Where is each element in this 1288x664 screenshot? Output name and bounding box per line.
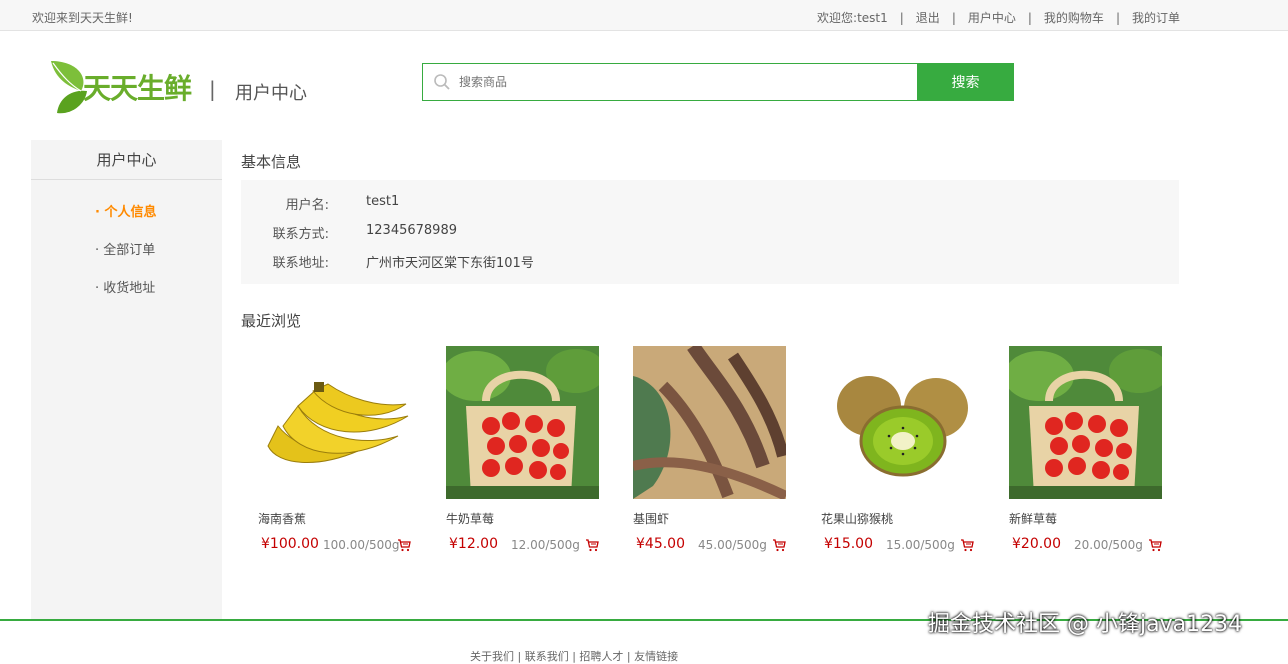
sidebar-item-address[interactable]: · 收货地址: [95, 277, 155, 296]
strawberry-basket-image: [1009, 346, 1162, 499]
shrimp-image: [633, 346, 786, 499]
welcome-text: 欢迎来到天天生鲜!: [32, 11, 133, 25]
product-name[interactable]: 花果山猕猴桃: [821, 510, 893, 527]
info-row-phone: 联系方式: 12345678989: [241, 223, 457, 242]
sidebar-item-orders[interactable]: · 全部订单: [95, 239, 155, 258]
info-label: 用户名:: [285, 198, 329, 213]
recent-title: 最近浏览: [241, 312, 302, 330]
footer-links[interactable]: 关于我们 | 联系我们 | 招聘人才 | 友情链接: [470, 648, 678, 664]
header-divider: |: [209, 77, 216, 101]
product-price: ¥100.00: [261, 536, 319, 552]
orders-link[interactable]: 我的订单: [1132, 9, 1180, 26]
separator: |: [1027, 10, 1032, 25]
info-label: 联系地址:: [272, 256, 329, 271]
search-box[interactable]: [423, 64, 917, 100]
add-to-cart-icon[interactable]: [960, 538, 974, 552]
separator: |: [1115, 10, 1120, 25]
info-row-address: 联系地址: 广州市天河区棠下东街101号: [241, 252, 534, 271]
product-image[interactable]: [446, 346, 599, 499]
greeting-label: 欢迎您:: [817, 11, 858, 25]
sidebar: 用户中心 · 个人信息 · 全部订单 · 收货地址: [31, 140, 222, 620]
product-card[interactable]: 牛奶草莓 ¥12.00 12.00/500g: [429, 346, 599, 556]
kiwi-image: [821, 346, 974, 499]
product-card[interactable]: 基围虾 ¥45.00 45.00/500g: [616, 346, 786, 556]
search-input[interactable]: [459, 75, 859, 89]
add-to-cart-icon[interactable]: [772, 538, 786, 552]
logo-text: 天天生鲜: [83, 72, 192, 105]
top-bar: 欢迎来到天天生鲜! 欢迎您: test1 | 退出 | 用户中心 | 我的购物车…: [0, 0, 1288, 31]
product-price: ¥45.00: [636, 536, 685, 552]
top-links: 欢迎您: test1 | 退出 | 用户中心 | 我的购物车 | 我的订单: [817, 9, 1180, 26]
product-card[interactable]: 海南香蕉 ¥100.00 100.00/500g: [241, 346, 411, 556]
logout-link[interactable]: 退出: [916, 9, 940, 26]
banana-image: [258, 346, 411, 499]
product-unit-price: 12.00/500g: [511, 538, 580, 552]
info-value: 广州市天河区棠下东街101号: [366, 256, 534, 271]
search-button[interactable]: 搜索: [917, 63, 1014, 101]
info-label: 联系方式:: [272, 227, 329, 242]
user-center-link[interactable]: 用户中心: [968, 9, 1016, 26]
product-unit-price: 100.00/500g: [323, 538, 400, 552]
page-section-title: 用户中心: [235, 83, 307, 104]
product-name[interactable]: 海南香蕉: [258, 510, 306, 527]
product-image[interactable]: [258, 346, 411, 499]
separator: |: [951, 10, 956, 25]
product-name[interactable]: 牛奶草莓: [446, 510, 494, 527]
product-unit-price: 15.00/500g: [886, 538, 955, 552]
add-to-cart-icon[interactable]: [585, 538, 599, 552]
product-price: ¥20.00: [1012, 536, 1061, 552]
info-value: test1: [366, 194, 400, 209]
sidebar-item-profile[interactable]: · 个人信息: [95, 201, 156, 220]
product-unit-price: 20.00/500g: [1074, 538, 1143, 552]
watermark: 掘金技术社区 @ 小锋java1234: [928, 612, 1243, 637]
search-bar: 搜索: [422, 63, 1014, 101]
site-logo[interactable]: 天天生鲜: [47, 57, 197, 117]
recent-products: 海南香蕉 ¥100.00 100.00/500g 牛奶草莓 ¥12.00 12.…: [241, 346, 1181, 566]
info-value: 12345678989: [366, 223, 457, 238]
add-to-cart-icon[interactable]: [397, 538, 411, 552]
product-name[interactable]: 基围虾: [633, 510, 669, 527]
basic-info-panel: 用户名: test1 联系方式: 12345678989 联系地址: 广州市天河…: [241, 180, 1179, 284]
sidebar-title: 用户中心: [31, 140, 222, 180]
product-image[interactable]: [633, 346, 786, 499]
product-card[interactable]: 新鲜草莓 ¥20.00 20.00/500g: [992, 346, 1162, 556]
separator: |: [899, 10, 904, 25]
username: test1: [857, 10, 888, 25]
product-card[interactable]: 花果山猕猴桃 ¥15.00 15.00/500g: [804, 346, 974, 556]
header: 天天生鲜 | 用户中心 搜索: [0, 31, 1288, 131]
product-image[interactable]: [1009, 346, 1162, 499]
add-to-cart-icon[interactable]: [1148, 538, 1162, 552]
basic-info-title: 基本信息: [241, 153, 302, 171]
strawberry-basket-image: [446, 346, 599, 499]
product-price: ¥12.00: [449, 536, 498, 552]
cart-link[interactable]: 我的购物车: [1044, 9, 1104, 26]
info-row-username: 用户名: test1: [241, 194, 400, 213]
product-unit-price: 45.00/500g: [698, 538, 767, 552]
search-icon: [434, 74, 450, 90]
product-name[interactable]: 新鲜草莓: [1009, 510, 1057, 527]
product-price: ¥15.00: [824, 536, 873, 552]
product-image[interactable]: [821, 346, 974, 499]
